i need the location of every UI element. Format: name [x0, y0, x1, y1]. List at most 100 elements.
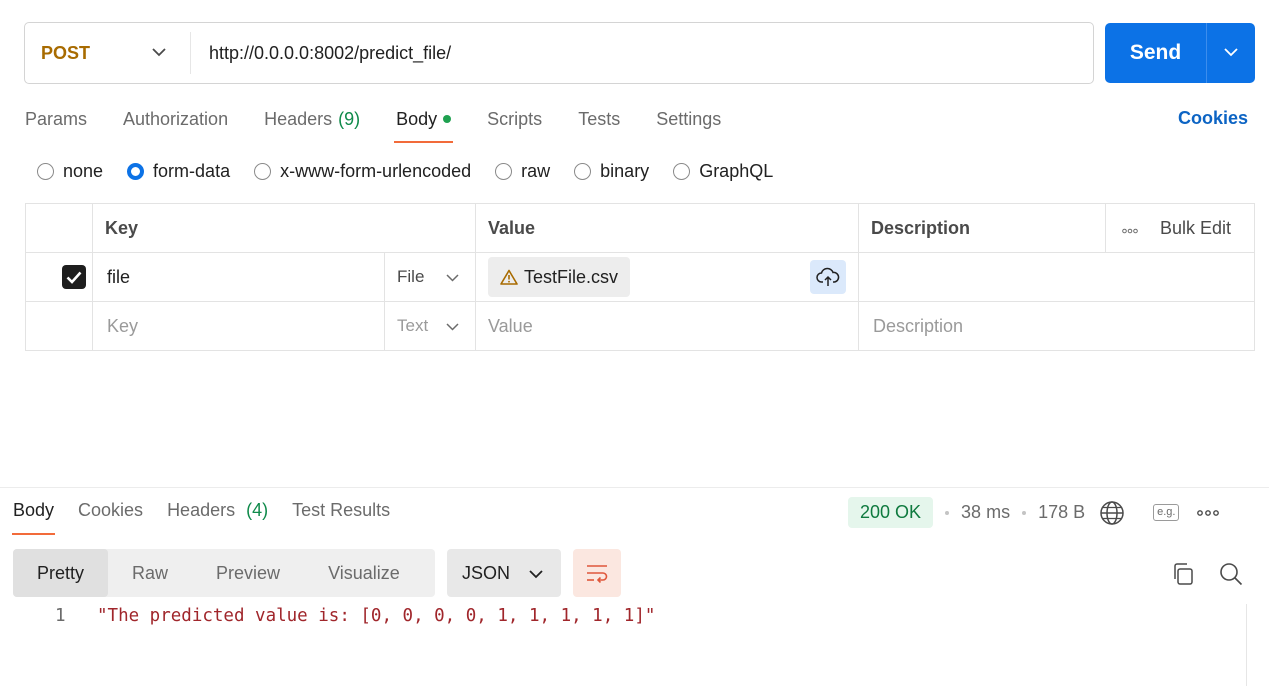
type-select[interactable]: File: [384, 252, 476, 302]
header-description: Description: [858, 203, 1106, 253]
tab-label: Test Results: [292, 500, 391, 520]
file-name: TestFile.csv: [524, 266, 619, 287]
method-label: POST: [41, 42, 91, 63]
url-bar: POST: [24, 22, 1094, 84]
row-check-cell: [25, 252, 93, 302]
chevron-down-icon: [446, 316, 459, 336]
bulk-edit-button[interactable]: Bulk Edit: [1160, 218, 1231, 239]
type-label: Text: [397, 316, 429, 335]
separator-dot: [945, 510, 950, 515]
response-tab-headers[interactable]: Headers (4): [167, 500, 268, 521]
response-time[interactable]: 38 ms: [961, 502, 1010, 523]
header-value: Value: [475, 203, 859, 253]
radio-label: binary: [600, 161, 650, 181]
pane-divider[interactable]: [0, 487, 1269, 488]
globe-icon[interactable]: [1099, 500, 1125, 526]
separator-dot: [1022, 510, 1027, 515]
tab-authorization[interactable]: Authorization: [123, 104, 228, 134]
tab-count: (9): [338, 108, 361, 129]
view-visualize[interactable]: Visualize: [304, 549, 424, 597]
copy-icon: [1174, 563, 1193, 585]
view-raw[interactable]: Raw: [108, 549, 192, 597]
cookies-link[interactable]: Cookies: [1178, 108, 1248, 129]
radio-circle: [673, 163, 691, 180]
radio-label: form-data: [153, 161, 231, 181]
radio-circle: [37, 163, 54, 180]
more-options-icon[interactable]: [1122, 218, 1138, 239]
tab-tests[interactable]: Tests: [578, 104, 620, 134]
tab-settings[interactable]: Settings: [656, 104, 721, 134]
format-select[interactable]: JSON: [447, 549, 561, 597]
warning-icon: [500, 269, 518, 285]
more-options-icon[interactable]: [1197, 509, 1220, 516]
radio-binary[interactable]: binary: [574, 161, 649, 182]
tab-params[interactable]: Params: [25, 104, 87, 134]
tab-count: (4): [246, 500, 269, 520]
key-cell[interactable]: file: [92, 252, 385, 302]
send-options-button[interactable]: [1207, 23, 1255, 83]
tab-headers[interactable]: Headers (9): [264, 104, 360, 134]
header-check: [25, 203, 93, 253]
description-input[interactable]: Description: [858, 301, 1255, 351]
chevron-down-icon: [446, 267, 459, 287]
radio-graphql[interactable]: GraphQL: [673, 161, 773, 182]
tab-label: Body: [396, 108, 438, 129]
header-bulk: Bulk Edit: [1105, 203, 1255, 253]
description-cell[interactable]: [858, 252, 1255, 302]
response-code-line: 1 "The predicted value is: [0, 0, 0, 0, …: [55, 606, 655, 626]
radio-label: raw: [521, 161, 551, 181]
save-example-icon[interactable]: e.g.: [1153, 504, 1180, 521]
file-chip[interactable]: TestFile.csv: [488, 257, 631, 297]
search-button[interactable]: [1218, 561, 1244, 587]
tab-label: Body: [13, 500, 55, 520]
scrollbar-track[interactable]: [1246, 604, 1247, 686]
radio-circle: [574, 163, 592, 180]
method-select[interactable]: POST: [25, 32, 191, 74]
tab-label: Authorization: [123, 108, 229, 129]
view-pretty[interactable]: Pretty: [13, 549, 109, 597]
response-tab-body[interactable]: Body: [11, 500, 56, 535]
form-data-table: Key Value Description Bulk Edit file Fil…: [25, 203, 1255, 351]
tab-label: Cookies: [78, 500, 144, 520]
line-number: 1: [55, 606, 66, 626]
radio-none[interactable]: none: [37, 161, 103, 182]
response-size[interactable]: 178 B: [1038, 502, 1085, 523]
search-icon: [1220, 563, 1243, 586]
view-mode-toggle: Pretty Raw Preview Visualize: [13, 549, 435, 597]
chevron-down-icon: [152, 44, 166, 62]
upload-button[interactable]: [810, 260, 846, 294]
tab-label: Params: [25, 108, 88, 129]
body-type-radios: none form-data x-www-form-urlencoded raw…: [37, 161, 797, 182]
response-tab-cookies[interactable]: Cookies: [78, 500, 143, 521]
table-header-row: Key Value Description Bulk Edit: [25, 203, 1255, 253]
tab-label: Settings: [656, 108, 722, 129]
response-status-bar: 200 OK 38 ms 178 B e.g.: [848, 497, 1220, 528]
radio-raw[interactable]: raw: [495, 161, 550, 182]
tab-body[interactable]: Body: [394, 104, 454, 143]
wrap-lines-button[interactable]: [573, 549, 621, 597]
copy-button[interactable]: [1170, 561, 1196, 587]
table-row: Key Text Value Description: [25, 301, 1255, 351]
view-preview[interactable]: Preview: [192, 549, 304, 597]
chevron-down-icon: [1224, 44, 1238, 62]
row-checkbox[interactable]: [62, 265, 86, 289]
type-select[interactable]: Text: [384, 301, 476, 351]
table-row: file File TestFile.csv: [25, 252, 1255, 302]
tab-label: Headers: [167, 500, 236, 520]
radio-form-data[interactable]: form-data: [127, 161, 230, 182]
tab-label: Scripts: [487, 108, 543, 129]
url-input[interactable]: [191, 42, 1093, 64]
tab-scripts[interactable]: Scripts: [487, 104, 542, 134]
radio-urlencoded[interactable]: x-www-form-urlencoded: [254, 161, 471, 182]
row-check-cell: [25, 301, 93, 351]
status-badge[interactable]: 200 OK: [848, 497, 934, 528]
request-tabs: Params Authorization Headers (9) Body Scr…: [25, 104, 757, 144]
key-input[interactable]: Key: [92, 301, 385, 351]
radio-label: none: [63, 161, 104, 181]
send-button[interactable]: Send: [1105, 23, 1207, 83]
response-tab-test-results[interactable]: Test Results: [292, 500, 390, 521]
type-label: File: [397, 267, 425, 286]
radio-circle: [254, 163, 272, 180]
radio-label: GraphQL: [699, 161, 774, 181]
value-input[interactable]: Value: [475, 301, 859, 351]
